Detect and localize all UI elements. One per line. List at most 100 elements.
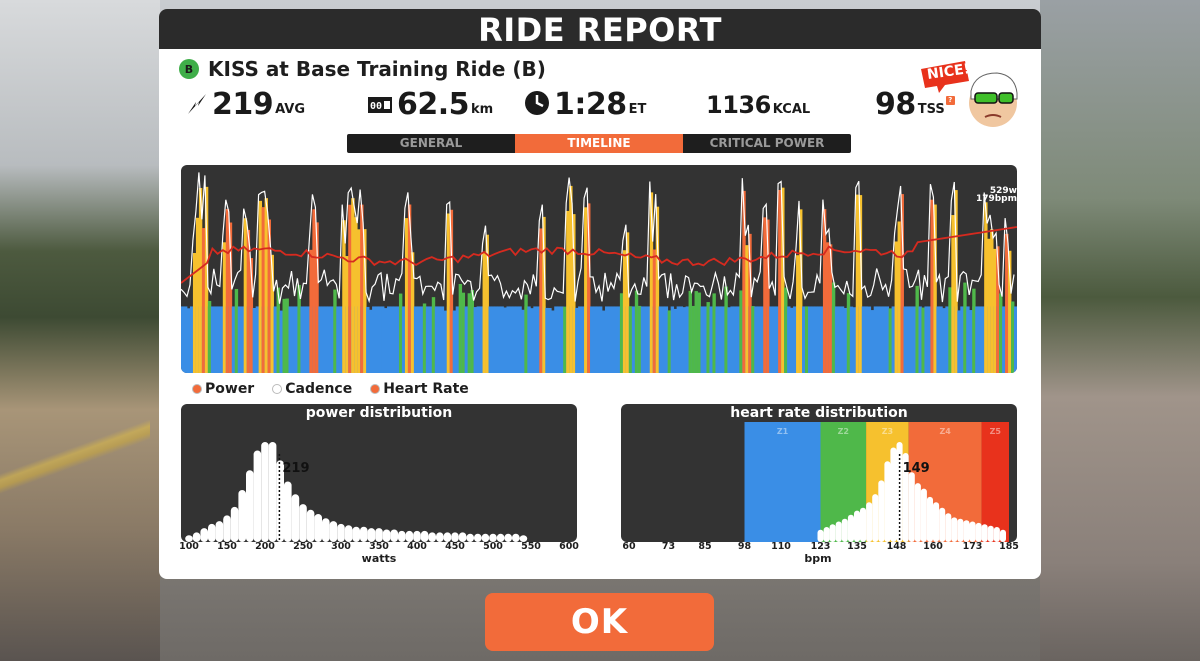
power-bar (682, 307, 686, 373)
power-bar (300, 306, 304, 373)
timeline-chart: 529w 179bpm (181, 165, 1017, 373)
hr-zone-label: Z4 (940, 427, 952, 436)
legend-power[interactable]: Power (192, 381, 254, 397)
power-bar (372, 306, 376, 373)
power-bar (658, 306, 663, 373)
power-bar (428, 306, 433, 373)
power-dist-bar (306, 509, 315, 542)
power-dist-bar (375, 528, 383, 542)
legend-power-label: Power (205, 381, 255, 397)
power-bar (279, 310, 283, 373)
power-bar (434, 306, 439, 373)
power-bar (488, 306, 492, 373)
hr-dist-bar (878, 480, 885, 542)
hr-dist-bar (854, 510, 861, 542)
power-bar (551, 310, 555, 373)
power-bar (518, 306, 522, 373)
power-zone-bar (739, 290, 743, 373)
power-bar (664, 306, 669, 373)
ride-name: KISS at Base Training Ride (B) (208, 57, 546, 81)
stat-power: 219 AVG (186, 87, 305, 121)
power-dist-bar (238, 490, 246, 542)
power-bar (530, 308, 534, 373)
power-bar (918, 306, 922, 373)
tss-value: 98 (875, 87, 916, 122)
power-bar (237, 306, 242, 373)
power-dist-bar (200, 528, 208, 542)
power-bar (378, 306, 382, 373)
power-bar (816, 306, 821, 373)
power-bar (715, 306, 719, 373)
power-zone-bar (354, 217, 358, 373)
power-bar (216, 306, 221, 373)
power-bar (303, 306, 307, 373)
power-zone-bar (446, 213, 451, 373)
power-zone-bar (951, 215, 955, 373)
hr-dist-bar (957, 518, 964, 542)
hr-x-tick: 73 (661, 541, 676, 552)
power-avg-label: 219 (282, 461, 309, 476)
power-dist-bar (360, 526, 368, 542)
power-bar (718, 306, 722, 373)
power-dist-bar (367, 528, 376, 542)
power-bar (548, 307, 552, 373)
power-x-tick: 300 (331, 541, 351, 552)
power-bar (494, 306, 498, 373)
power-zone-bar (691, 305, 695, 373)
power-dist-bar (246, 470, 254, 542)
power-bar (437, 306, 442, 373)
power-zone-bar (652, 249, 657, 373)
power-dist-bar (299, 504, 307, 542)
power-zone-bar (915, 285, 919, 373)
power-bar (906, 306, 910, 373)
power-bar (969, 310, 973, 373)
power-bar (646, 306, 651, 373)
legend-power-dot (192, 384, 202, 394)
hr-dist-bar (884, 461, 891, 542)
legend-cadence[interactable]: Cadence (272, 381, 352, 397)
power-bar (390, 306, 394, 373)
power-zone-bar (831, 282, 836, 373)
power-zone-bar (234, 288, 239, 373)
power-dist-bar (466, 533, 474, 542)
power-bar (939, 306, 943, 373)
power-bar (810, 306, 815, 373)
power-dist-bar (268, 442, 277, 542)
tab-timeline[interactable]: TIMELINE (515, 134, 683, 153)
power-zone-bar (778, 189, 782, 373)
power-dist-bar (208, 523, 216, 542)
power-zone-bar (470, 290, 474, 373)
hr-dist-bar (993, 527, 1000, 542)
hr-dist-bar (847, 514, 854, 542)
power-bar (186, 308, 191, 373)
legend-heart-rate-label: Heart Rate (383, 381, 469, 397)
power-bar (384, 308, 388, 373)
power-bar (306, 306, 310, 373)
power-bar (533, 306, 537, 373)
legend-heart-rate[interactable]: Heart Rate (370, 381, 469, 397)
power-bar (255, 306, 260, 373)
hr-zone-band (981, 422, 1009, 542)
power-zone-bar (201, 228, 206, 373)
power-bar (661, 306, 666, 373)
hr-zone-label: Z5 (990, 427, 1002, 436)
power-bar (909, 306, 913, 373)
ok-button[interactable]: OK (485, 593, 714, 651)
stat-calories: 1136 KCAL (706, 87, 810, 121)
power-zone-bar (404, 218, 409, 373)
tab-critical-power[interactable]: CRITICAL POWER (683, 134, 851, 153)
power-bar (512, 306, 516, 373)
power-value: 219 (212, 87, 274, 122)
tab-general[interactable]: GENERAL (347, 134, 515, 153)
power-dist-bar (504, 533, 512, 542)
power-bar (873, 306, 878, 373)
power-zone-bar (963, 282, 967, 373)
power-bar (324, 306, 328, 373)
power-bar (213, 306, 218, 373)
power-dist-bar (337, 523, 345, 542)
power-x-tick: 350 (369, 541, 389, 552)
power-dist-bar (344, 525, 353, 542)
power-zone-bar (751, 306, 755, 373)
power-bar (419, 306, 424, 373)
hr-dist-bar (969, 521, 976, 542)
